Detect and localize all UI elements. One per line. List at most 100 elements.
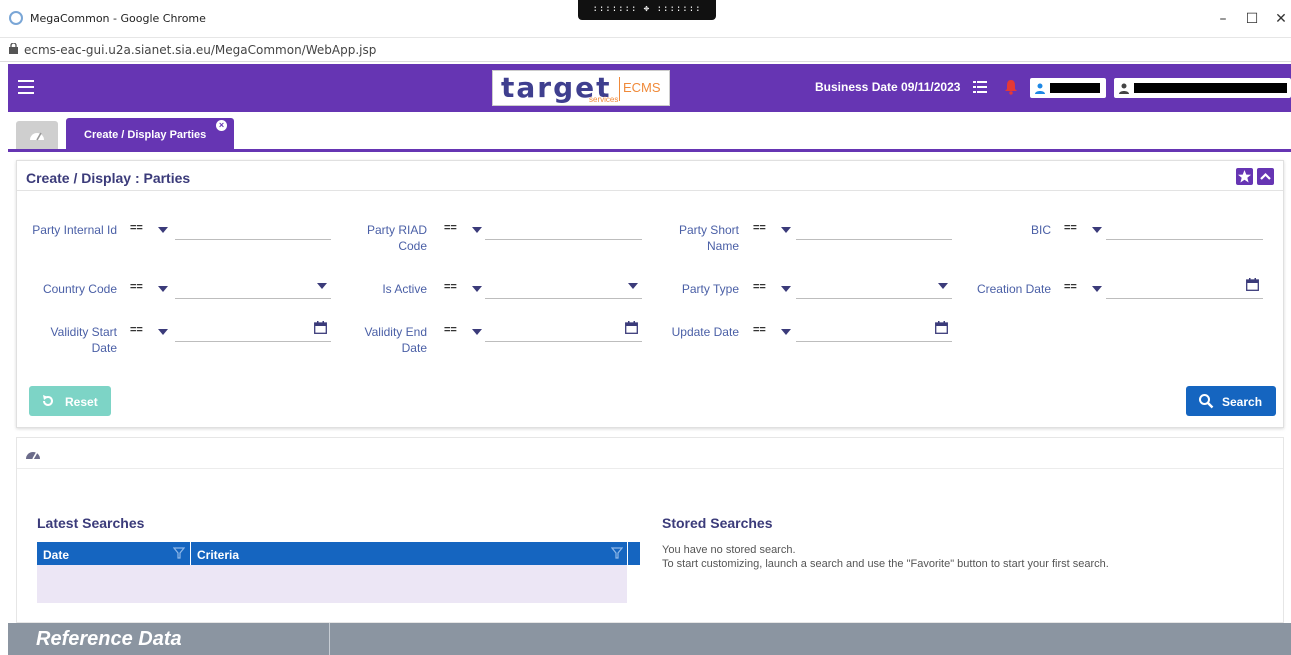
operator-value: == [130, 324, 143, 336]
logo-separator [619, 77, 620, 101]
search-button[interactable]: Search [1186, 386, 1276, 416]
user-icon [1119, 83, 1129, 94]
chevron-down-icon [628, 283, 638, 289]
dashboard-gauge-icon [26, 451, 40, 460]
bic-label-wrap: BIC [961, 222, 1051, 242]
collapse-chevron-up-icon[interactable] [1257, 168, 1274, 185]
is-active-select[interactable] [485, 277, 642, 299]
party-internal-id-operator[interactable]: == [130, 222, 174, 238]
bic-operator[interactable]: == [1064, 222, 1108, 238]
validity-start-date-input[interactable] [175, 320, 331, 342]
stored-message-line-1: You have no stored search. [662, 544, 796, 556]
is-active-label: Is Active [382, 282, 427, 296]
reset-icon [43, 395, 53, 406]
chevron-down-icon [158, 227, 168, 233]
creation-date-input[interactable] [1106, 277, 1263, 299]
operator-value: == [1064, 281, 1077, 293]
validity-end-date-operator[interactable]: == [444, 324, 488, 340]
reference-data-section[interactable]: Reference Data [8, 623, 330, 655]
notification-bell-icon[interactable] [1004, 79, 1018, 95]
lock-icon [9, 43, 18, 54]
party-internal-id-label-wrap: Party Internal Id [27, 222, 117, 256]
chevron-down-icon [317, 283, 327, 289]
browser-title-bar: MegaCommon - Google Chrome ::::::: ✥ :::… [0, 0, 1291, 38]
validity-start-date-operator[interactable]: == [130, 324, 174, 340]
latest-searches-grid: Date Criteria [37, 542, 640, 603]
maximize-button[interactable]: ☐ [1241, 8, 1263, 30]
chevron-down-icon [1092, 227, 1102, 233]
party-short-name-operator[interactable]: == [753, 222, 797, 238]
user-icon [1035, 83, 1045, 94]
tab-dashboard[interactable] [16, 121, 58, 149]
party-short-name-input[interactable] [796, 218, 952, 240]
party-internal-id-label: Party Internal Id [32, 223, 117, 237]
column-header-date[interactable]: Date [43, 548, 69, 562]
calendar-icon[interactable] [1246, 278, 1259, 291]
reset-label: Reset [65, 395, 98, 409]
update-date-input[interactable] [796, 320, 952, 342]
party-type-operator[interactable]: == [753, 281, 797, 297]
stored-searches-title: Stored Searches [662, 515, 773, 531]
tab-strip: Create / Display Parties × [8, 112, 1291, 152]
column-header-criteria[interactable]: Criteria [197, 548, 239, 562]
stored-searches-message: You have no stored search. To start cust… [662, 543, 1109, 571]
calendar-icon[interactable] [625, 321, 638, 334]
filter-icon[interactable] [173, 547, 185, 559]
party-riad-code-input[interactable] [485, 218, 642, 240]
party-riad-code-operator[interactable]: == [444, 222, 488, 238]
grid-header: Date Criteria [37, 542, 640, 565]
search-icon [1199, 394, 1214, 409]
operator-value: == [130, 281, 143, 293]
creation-date-label: Creation Date [976, 282, 1051, 296]
favorite-star-icon[interactable] [1236, 168, 1253, 185]
creation-date-operator[interactable]: == [1064, 281, 1108, 297]
dashboard-panel: Latest Searches Stored Searches Date Cri… [16, 437, 1284, 623]
task-list-icon[interactable] [973, 80, 987, 94]
close-window-button[interactable]: ✕ [1270, 8, 1291, 30]
chevron-down-icon [938, 283, 948, 289]
update-date-operator[interactable]: == [753, 324, 797, 340]
page-title: Create / Display : Parties [26, 170, 191, 186]
operator-value: == [753, 281, 766, 293]
country-code-select[interactable] [175, 277, 331, 299]
column-divider [190, 542, 191, 565]
tab-create-display-parties[interactable]: Create / Display Parties × [66, 118, 234, 149]
operator-value: == [1064, 222, 1077, 234]
target-ecms-logo: target services ECMS [492, 70, 670, 106]
validity-end-date-input[interactable] [485, 320, 642, 342]
is-active-label-wrap: Is Active [337, 281, 427, 301]
business-date: Business Date 09/11/2023 [815, 80, 961, 94]
validity-start-date-label: Validity Start Date [50, 325, 117, 355]
hamburger-menu-icon[interactable] [18, 80, 34, 94]
minimize-button[interactable]: – [1212, 8, 1234, 30]
bic-input[interactable] [1106, 218, 1263, 240]
country-code-label: Country Code [42, 282, 117, 296]
url-text[interactable]: ecms-eac-gui.u2a.sianet.sia.eu/MegaCommo… [24, 43, 376, 57]
reset-button[interactable]: Reset [29, 386, 111, 416]
party-internal-id-input[interactable] [175, 218, 331, 240]
footer-bar: Reference Data [8, 623, 1291, 655]
calendar-icon[interactable] [314, 321, 327, 334]
calendar-icon[interactable] [935, 321, 948, 334]
close-tab-icon[interactable]: × [216, 120, 227, 131]
filter-icon[interactable] [611, 547, 623, 559]
app-header: target services ECMS Business Date 09/11… [8, 64, 1291, 112]
chevron-down-icon [781, 227, 791, 233]
party-type-label: Party Type [681, 282, 739, 296]
party-type-select[interactable] [796, 277, 952, 299]
operator-value: == [753, 324, 766, 336]
redacted-user-name [1134, 83, 1287, 93]
stored-message-line-2: To start customizing, launch a search an… [662, 558, 1109, 570]
chevron-down-icon [1092, 286, 1102, 292]
latest-searches-title: Latest Searches [37, 515, 145, 531]
tab-label: Create / Display Parties [84, 129, 207, 141]
country-code-operator[interactable]: == [130, 281, 174, 297]
remote-drag-handle[interactable]: ::::::: ✥ ::::::: [578, 0, 716, 20]
is-active-operator[interactable]: == [444, 281, 488, 297]
user-role-selector[interactable] [1030, 78, 1106, 98]
user-account-selector[interactable] [1114, 78, 1291, 98]
app-icon [9, 11, 23, 25]
chevron-down-icon [472, 227, 482, 233]
bic-label: BIC [1030, 223, 1051, 237]
party-short-name-label: Party Short Name [678, 223, 739, 253]
